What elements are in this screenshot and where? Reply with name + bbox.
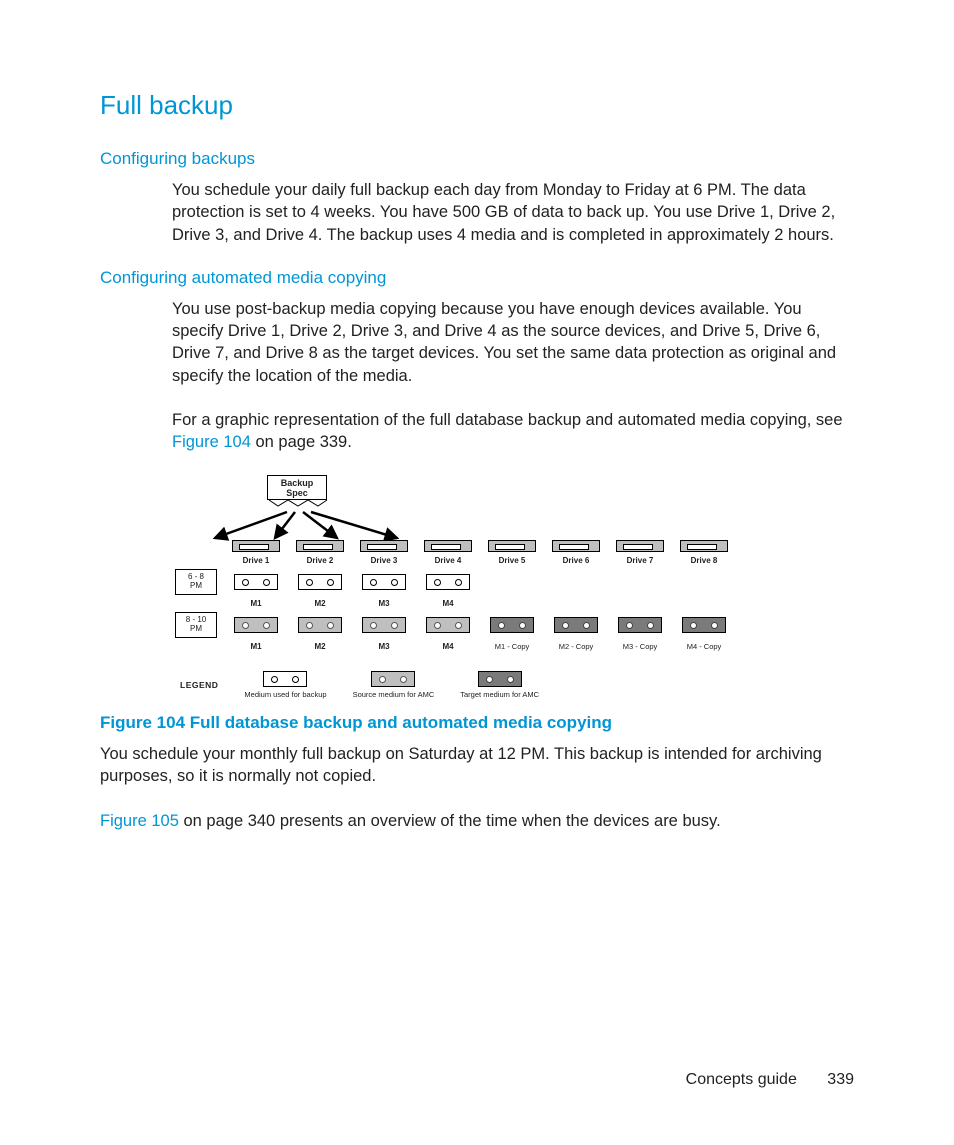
drive-label: Drive 5 bbox=[499, 556, 526, 565]
tape-icon bbox=[682, 617, 726, 633]
drive-icon bbox=[296, 540, 344, 552]
drive-icon bbox=[488, 540, 536, 552]
drive-icon bbox=[360, 540, 408, 552]
figure-link[interactable]: Figure 105 bbox=[100, 812, 179, 830]
legend-text: Medium used for backup bbox=[244, 690, 326, 699]
page-footer: Concepts guide 339 bbox=[686, 1071, 854, 1089]
page-number: 339 bbox=[827, 1071, 854, 1088]
media-label: M1 bbox=[250, 642, 261, 651]
figure-link[interactable]: Figure 104 bbox=[172, 433, 251, 451]
figure-caption: Figure 104 Full database backup and auto… bbox=[100, 713, 854, 733]
drive-label: Drive 4 bbox=[435, 556, 462, 565]
tape-icon bbox=[554, 617, 598, 633]
drive-grid: Drive 1 Drive 2 Drive 3 Drive 4 Drive 5 … bbox=[172, 540, 732, 651]
drive-icon bbox=[424, 540, 472, 552]
text-run: on page 339. bbox=[251, 433, 352, 451]
tape-icon bbox=[234, 574, 278, 590]
backup-spec-box: Backup Spec bbox=[267, 475, 327, 500]
figure-legend: LEGEND Medium used for backup Source med… bbox=[180, 671, 732, 699]
tape-icon bbox=[263, 671, 307, 687]
drive-icon bbox=[552, 540, 600, 552]
media-label: M2 bbox=[314, 599, 325, 608]
tape-icon bbox=[371, 671, 415, 687]
media-label: M2 - Copy bbox=[559, 642, 594, 651]
arrow-row bbox=[17, 510, 577, 540]
body-text: You schedule your daily full backup each… bbox=[172, 179, 854, 246]
tape-icon bbox=[426, 617, 470, 633]
body-text: Figure 105 on page 340 presents an overv… bbox=[100, 810, 854, 832]
footer-label: Concepts guide bbox=[686, 1071, 797, 1088]
spec-tear-edge bbox=[268, 499, 326, 507]
drive-label: Drive 1 bbox=[243, 556, 270, 565]
media-label: M2 bbox=[314, 642, 325, 651]
drive-icon bbox=[680, 540, 728, 552]
drive-label: Drive 7 bbox=[627, 556, 654, 565]
media-label: M4 bbox=[442, 642, 453, 651]
drive-icon bbox=[616, 540, 664, 552]
tape-icon bbox=[478, 671, 522, 687]
media-label: M3 bbox=[378, 642, 389, 651]
section-heading-configuring-backups: Configuring backups bbox=[100, 149, 854, 169]
drive-label: Drive 6 bbox=[563, 556, 590, 565]
legend-heading: LEGEND bbox=[180, 680, 218, 690]
body-text: You use post-backup media copying becaus… bbox=[172, 298, 854, 387]
media-label: M1 - Copy bbox=[495, 642, 530, 651]
tape-icon bbox=[362, 574, 406, 590]
media-label: M3 bbox=[378, 599, 389, 608]
media-label: M3 - Copy bbox=[623, 642, 658, 651]
drive-icon bbox=[232, 540, 280, 552]
page-title: Full backup bbox=[100, 90, 854, 121]
tape-icon bbox=[426, 574, 470, 590]
section-heading-configuring-amc: Configuring automated media copying bbox=[100, 268, 854, 288]
drive-label: Drive 8 bbox=[691, 556, 718, 565]
media-label: M4 - Copy bbox=[687, 642, 722, 651]
drive-label: Drive 3 bbox=[371, 556, 398, 565]
legend-item: Target medium for AMC bbox=[460, 671, 539, 699]
legend-text: Target medium for AMC bbox=[460, 690, 539, 699]
tape-icon bbox=[618, 617, 662, 633]
text-run: For a graphic representation of the full… bbox=[172, 411, 843, 429]
tape-icon bbox=[234, 617, 278, 633]
tape-icon bbox=[490, 617, 534, 633]
tape-icon bbox=[298, 617, 342, 633]
legend-text: Source medium for AMC bbox=[353, 690, 435, 699]
media-label: M4 bbox=[442, 599, 453, 608]
tape-icon bbox=[298, 574, 342, 590]
legend-item: Medium used for backup bbox=[244, 671, 326, 699]
body-text: For a graphic representation of the full… bbox=[172, 409, 854, 454]
time-slot: 6 - 8 PM bbox=[175, 569, 217, 595]
legend-item: Source medium for AMC bbox=[353, 671, 435, 699]
body-text: You schedule your monthly full backup on… bbox=[100, 743, 854, 788]
figure-104: Backup Spec bbox=[172, 475, 732, 699]
media-label: M1 bbox=[250, 599, 261, 608]
document-page: Full backup Configuring backups You sche… bbox=[0, 0, 954, 1145]
time-slot: 8 - 10 PM bbox=[175, 612, 217, 638]
text-run: on page 340 presents an overview of the … bbox=[179, 812, 721, 830]
drive-label: Drive 2 bbox=[307, 556, 334, 565]
tape-icon bbox=[362, 617, 406, 633]
